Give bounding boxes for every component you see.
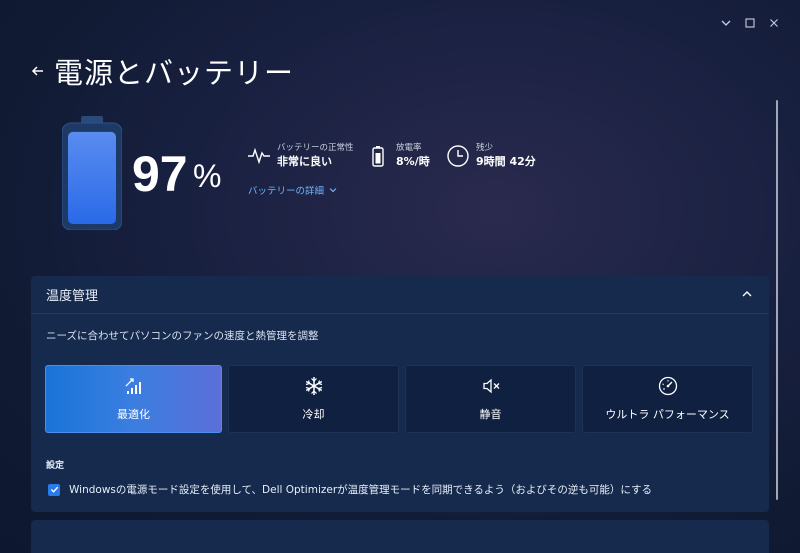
time-remaining-stat: 残少 9時間 42分 bbox=[446, 142, 536, 170]
mode-label: ウルトラ パフォーマンス bbox=[605, 408, 730, 421]
mode-quiet-button[interactable]: 静音 bbox=[405, 365, 576, 433]
snowflake-icon bbox=[305, 377, 322, 395]
mode-optimized-button[interactable]: 最適化 bbox=[45, 365, 222, 433]
thermal-panel-title: 温度管理 bbox=[46, 289, 99, 304]
thermal-description: ニーズに合わせてパソコンのファンの速度と熱管理を調整 bbox=[46, 330, 319, 342]
battery-health-label: バッテリーの正常性 bbox=[277, 143, 354, 153]
page-header: 電源とバッテリー bbox=[30, 50, 294, 92]
mute-icon bbox=[482, 378, 499, 394]
time-remaining-label: 残少 bbox=[476, 143, 494, 153]
thermal-management-panel: 温度管理 ニーズに合わせてパソコンのファンの速度と熱管理を調整 最適化 冷却 静… bbox=[31, 276, 769, 512]
page-title: 電源とバッテリー bbox=[54, 56, 295, 90]
close-icon[interactable] bbox=[762, 12, 786, 34]
battery-health-stat: バッテリーの正常性 非常に良い bbox=[247, 142, 354, 170]
battery-percent-sign: % bbox=[193, 158, 222, 194]
sync-setting-row: Windowsの電源モード設定を使用して、Dell Optimizerが温度管理… bbox=[48, 482, 652, 497]
discharge-rate-value: 8%/時 bbox=[396, 155, 430, 168]
optimized-icon bbox=[125, 378, 141, 394]
heartbeat-icon bbox=[248, 147, 270, 165]
battery-details-label: バッテリーの詳細 bbox=[248, 186, 325, 197]
chevron-up-icon[interactable] bbox=[741, 285, 753, 304]
chevron-down-icon[interactable] bbox=[714, 12, 738, 34]
sync-checkbox[interactable] bbox=[48, 483, 60, 496]
mode-label: 静音 bbox=[479, 408, 502, 421]
time-remaining-value: 9時間 42分 bbox=[476, 155, 536, 168]
mode-label: 冷却 bbox=[302, 408, 325, 421]
thermal-panel-header[interactable]: 温度管理 bbox=[31, 276, 769, 314]
battery-health-value: 非常に良い bbox=[277, 155, 332, 168]
clock-icon bbox=[447, 145, 469, 167]
settings-heading: 設定 bbox=[46, 461, 65, 471]
battery-icon bbox=[62, 116, 122, 230]
chevron-down-icon bbox=[329, 188, 337, 193]
battery-details-link[interactable]: バッテリーの詳細 bbox=[248, 183, 338, 197]
mode-label: 最適化 bbox=[117, 408, 150, 421]
mode-ultra-performance-button[interactable]: ウルトラ パフォーマンス bbox=[582, 365, 753, 433]
maximize-icon[interactable] bbox=[738, 12, 762, 34]
mode-cool-button[interactable]: 冷却 bbox=[228, 365, 399, 433]
checkmark-icon bbox=[50, 486, 58, 493]
discharge-rate-label: 放電率 bbox=[396, 143, 422, 153]
scrollbar[interactable] bbox=[776, 100, 778, 500]
thermal-modes: 最適化 冷却 静音 ウルトラ パフォーマンス bbox=[45, 365, 753, 433]
speedometer-icon bbox=[658, 376, 677, 396]
next-panel bbox=[31, 520, 769, 553]
battery-percent: 97 bbox=[132, 146, 188, 202]
battery-small-icon bbox=[372, 146, 384, 167]
back-arrow-icon[interactable] bbox=[30, 63, 46, 79]
sync-setting-label: Windowsの電源モード設定を使用して、Dell Optimizerが温度管理… bbox=[69, 484, 653, 496]
discharge-rate-stat: 放電率 8%/時 bbox=[366, 142, 430, 170]
window-controls bbox=[714, 12, 786, 34]
